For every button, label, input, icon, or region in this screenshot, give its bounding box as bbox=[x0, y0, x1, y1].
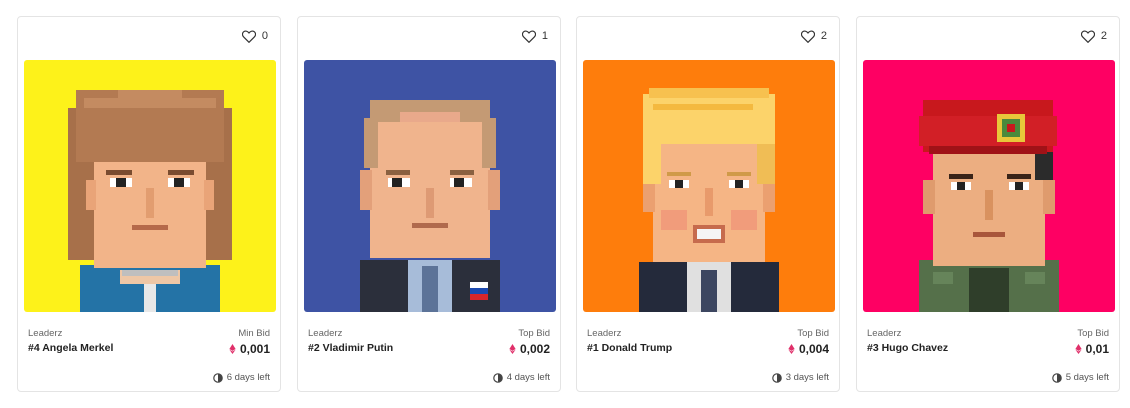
like-count: 0 bbox=[261, 30, 268, 42]
time-left-text: 4 days left bbox=[506, 372, 550, 383]
nft-card[interactable]: 1 Leaderz Top Bid #2 Vladimir Putin 0,00… bbox=[297, 16, 561, 392]
bid-label: Top Bid bbox=[518, 328, 550, 339]
like-count: 2 bbox=[1100, 30, 1107, 42]
clock-icon bbox=[771, 372, 782, 383]
ethereum-icon bbox=[1075, 344, 1082, 354]
nft-card-grid: 0 Leaderz Min Bid #4 Angela Merkel 0,001… bbox=[0, 0, 1130, 408]
nft-card[interactable]: 2 bbox=[856, 16, 1120, 392]
like-button[interactable]: 0 bbox=[241, 27, 268, 45]
nft-image[interactable] bbox=[583, 60, 835, 312]
price: 0,002 bbox=[509, 342, 550, 356]
time-left: 5 days left bbox=[1051, 372, 1109, 383]
price: 0,01 bbox=[1075, 342, 1109, 356]
price-value: 0,002 bbox=[519, 342, 550, 356]
ethereum-icon bbox=[788, 344, 795, 354]
nft-image[interactable] bbox=[24, 60, 276, 312]
time-left: 4 days left bbox=[492, 372, 550, 383]
bid-label: Min Bid bbox=[238, 328, 270, 339]
like-button[interactable]: 2 bbox=[1080, 27, 1107, 45]
collection-name[interactable]: Leaderz bbox=[308, 328, 342, 339]
nft-title[interactable]: #2 Vladimir Putin bbox=[308, 342, 393, 354]
collection-name[interactable]: Leaderz bbox=[867, 328, 901, 339]
price: 0,001 bbox=[229, 342, 270, 356]
price: 0,004 bbox=[788, 342, 829, 356]
bid-label: Top Bid bbox=[1077, 328, 1109, 339]
heart-icon bbox=[521, 30, 536, 43]
collection-name[interactable]: Leaderz bbox=[587, 328, 621, 339]
time-left: 3 days left bbox=[771, 372, 829, 383]
like-button[interactable]: 1 bbox=[521, 27, 548, 45]
time-left-text: 5 days left bbox=[1065, 372, 1109, 383]
clock-icon bbox=[212, 372, 223, 383]
price-value: 0,001 bbox=[239, 342, 270, 356]
price-value: 0,004 bbox=[798, 342, 829, 356]
like-count: 2 bbox=[820, 30, 827, 42]
price-value: 0,01 bbox=[1085, 342, 1109, 356]
like-count: 1 bbox=[541, 30, 548, 42]
nft-title[interactable]: #3 Hugo Chavez bbox=[867, 342, 948, 354]
nft-title[interactable]: #4 Angela Merkel bbox=[28, 342, 113, 354]
nft-image[interactable] bbox=[304, 60, 556, 312]
time-left-text: 6 days left bbox=[226, 372, 270, 383]
bid-label: Top Bid bbox=[797, 328, 829, 339]
heart-icon bbox=[1080, 30, 1095, 43]
ethereum-icon bbox=[229, 344, 236, 354]
heart-icon bbox=[241, 30, 256, 43]
nft-card[interactable]: 0 Leaderz Min Bid #4 Angela Merkel 0,001… bbox=[17, 16, 281, 392]
ethereum-icon bbox=[509, 344, 516, 354]
like-button[interactable]: 2 bbox=[800, 27, 827, 45]
clock-icon bbox=[1051, 372, 1062, 383]
time-left: 6 days left bbox=[212, 372, 270, 383]
nft-card[interactable]: 2 bbox=[576, 16, 840, 392]
collection-name[interactable]: Leaderz bbox=[28, 328, 62, 339]
nft-title[interactable]: #1 Donald Trump bbox=[587, 342, 672, 354]
heart-icon bbox=[800, 30, 815, 43]
nft-image[interactable] bbox=[863, 60, 1115, 312]
time-left-text: 3 days left bbox=[785, 372, 829, 383]
clock-icon bbox=[492, 372, 503, 383]
